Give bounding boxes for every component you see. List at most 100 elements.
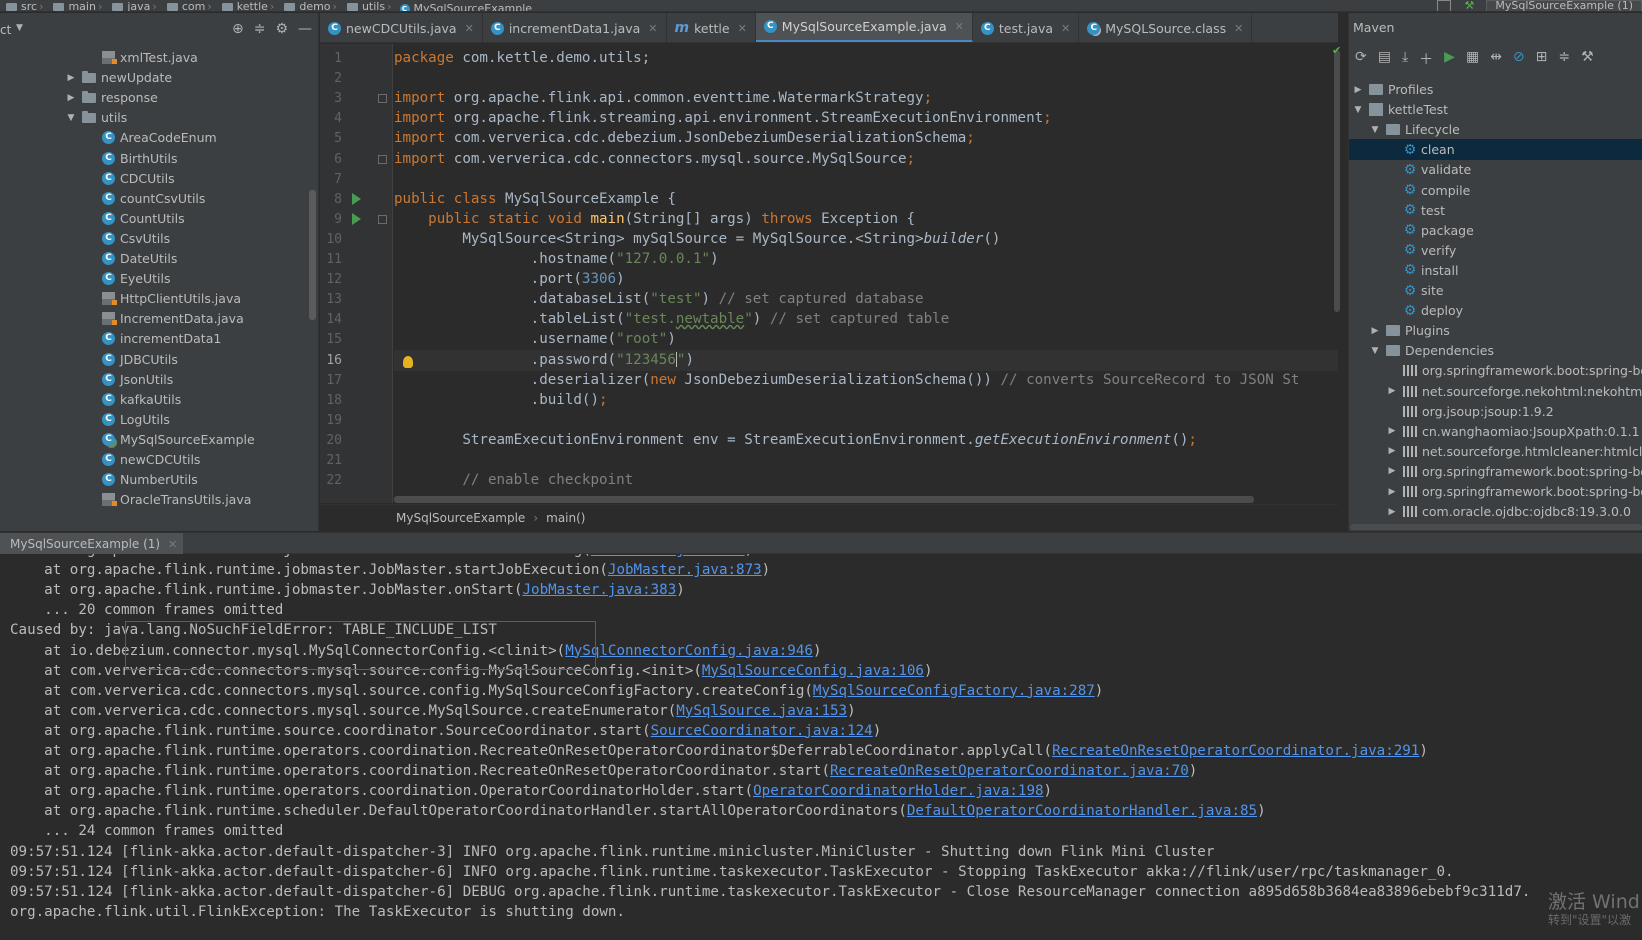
project-tree-item[interactable]: C MySqlSourceExample: [0, 429, 318, 450]
close-icon[interactable]: ✕: [648, 22, 657, 35]
project-tree-item[interactable]: IncrementData.java: [0, 308, 318, 329]
maven-tree-item[interactable]: ⚙ verify: [1349, 240, 1642, 261]
editor-tab[interactable]: Ctest.java ✕: [973, 13, 1080, 42]
run-tab[interactable]: MySqlSourceExample (1) ✕: [0, 533, 184, 555]
project-tree-item[interactable]: HttpClientUtils.java: [0, 288, 318, 309]
collapsed-arrow-icon[interactable]: ▶: [66, 73, 76, 83]
maven-tree-item[interactable]: ▶ com.oracle.ojdbc:ojdbc8:19.3.0.0: [1349, 501, 1642, 522]
fold-icon[interactable]: [378, 94, 387, 104]
run-configuration-selector[interactable]: MySqlSourceExample (1): [1486, 0, 1642, 11]
settings-gear-icon[interactable]: ⚙: [275, 21, 288, 37]
collapsed-arrow-icon[interactable]: ▶: [1387, 507, 1397, 517]
layout-icon[interactable]: [1436, 0, 1451, 11]
project-tree-item[interactable]: C LogUtils: [0, 409, 318, 430]
collapsed-arrow-icon[interactable]: ▶: [1387, 466, 1397, 476]
collapsed-arrow-icon[interactable]: ▶: [1353, 85, 1363, 95]
collapse-all-icon[interactable]: ≑: [1558, 49, 1570, 69]
editor-tab[interactable]: m kettle ✕: [667, 13, 756, 42]
project-tree-item[interactable]: ▼ utils: [0, 107, 318, 128]
crumb-method[interactable]: main(): [546, 511, 585, 525]
locate-file-icon[interactable]: ⊕: [232, 21, 244, 37]
run-console[interactable]: at org.apache.flink.runtime.jobmaster.Jo…: [0, 554, 1642, 940]
close-icon[interactable]: ✕: [1234, 22, 1243, 35]
source-link[interactable]: OperatorCoordinatorHolder.java:198: [753, 783, 1043, 799]
collapsed-arrow-icon[interactable]: ▶: [66, 93, 76, 103]
maven-tree-item[interactable]: ⚙ compile: [1349, 180, 1642, 201]
maven-tree-item[interactable]: ▶ org.springframework.boot:spring-boo: [1349, 481, 1642, 502]
close-icon[interactable]: ✕: [1061, 22, 1070, 35]
maven-tree-item[interactable]: ▼ Lifecycle: [1349, 119, 1642, 140]
project-tree-item[interactable]: C JsonUtils: [0, 369, 318, 390]
breadcrumb-item[interactable]: com ›: [161, 1, 212, 11]
maven-tree-item[interactable]: org.springframework.boot:spring-boo: [1349, 360, 1642, 381]
maven-tree-item[interactable]: ▶ net.sourceforge.htmlcleaner:htmlclean: [1349, 441, 1642, 462]
source-link[interactable]: SourceCoordinator.java:124: [651, 723, 873, 739]
project-tree-item[interactable]: CincrementData1: [0, 328, 318, 349]
collapsed-arrow-icon[interactable]: ▶: [1387, 446, 1397, 456]
editor-tab[interactable]: CnewCDCUtils.java ✕: [320, 13, 483, 42]
close-icon[interactable]: ✕: [955, 20, 964, 33]
collapsed-arrow-icon[interactable]: ▶: [1387, 426, 1397, 436]
editor-tab[interactable]: C MySQLSource.class ✕: [1079, 13, 1253, 42]
project-tree-item[interactable]: C CountUtils: [0, 208, 318, 229]
maven-tree-item[interactable]: ▼ Dependencies: [1349, 340, 1642, 361]
crumb-class[interactable]: MySqlSourceExample: [396, 511, 525, 525]
toggle-offline-icon[interactable]: ⇹: [1490, 49, 1502, 69]
breadcrumb-item[interactable]: C MySqlSourceExample: [396, 3, 532, 11]
source-link[interactable]: RecreateOnResetOperatorCoordinator.java:…: [830, 763, 1189, 779]
maven-tree-item[interactable]: ▶ cn.wanghaomiao:JsoupXpath:0.1.1: [1349, 421, 1642, 442]
intention-lightbulb-icon[interactable]: [403, 356, 413, 368]
maven-tree-item[interactable]: ▶ org.springframework.boot:spring-boo: [1349, 461, 1642, 482]
project-tree-item[interactable]: C CDCUtils: [0, 168, 318, 189]
collapse-all-icon[interactable]: ≑: [254, 21, 266, 37]
run-gutter-icon[interactable]: [352, 212, 361, 225]
hide-panel-icon[interactable]: —: [298, 21, 312, 37]
collapsed-arrow-icon[interactable]: ▶: [1370, 326, 1380, 336]
expanded-arrow-icon[interactable]: ▼: [1353, 105, 1363, 115]
project-tree-item[interactable]: C JDBCUtils: [0, 349, 318, 370]
breadcrumb-item[interactable]: kettle ›: [216, 1, 274, 11]
project-tree-item[interactable]: ▶ response: [0, 87, 318, 108]
source-link[interactable]: MySqlSource.java:153: [676, 703, 847, 719]
project-tree-item[interactable]: C EyeUtils: [0, 268, 318, 289]
run-icon[interactable]: ▶: [1444, 49, 1455, 69]
breadcrumb-item[interactable]: utils ›: [341, 1, 392, 11]
execute-goal-icon[interactable]: ▦: [1466, 49, 1479, 69]
collapsed-arrow-icon[interactable]: ▶: [1387, 386, 1397, 396]
project-view-dropdown-icon[interactable]: ▼: [16, 23, 23, 33]
project-tree-item[interactable]: CnewCDCUtils: [0, 449, 318, 470]
close-icon[interactable]: ✕: [465, 22, 474, 35]
maven-tree-item[interactable]: ⚙ site: [1349, 280, 1642, 301]
download-icon[interactable]: ⤓: [1402, 49, 1408, 69]
maven-tree-item[interactable]: org.jsoup:jsoup:1.9.2: [1349, 401, 1642, 422]
source-link[interactable]: MySqlSourceConfig.java:106: [702, 663, 924, 679]
maven-tree-item[interactable]: ▼ kettleTest: [1349, 99, 1642, 120]
expanded-arrow-icon[interactable]: ▼: [1370, 346, 1380, 356]
source-link[interactable]: MySqlSourceConfigFactory.java:287: [813, 683, 1095, 699]
maven-tree-item[interactable]: ▶ net.sourceforge.nekohtml:nekohtml:1.: [1349, 381, 1642, 402]
maven-tree-item[interactable]: ⚙ install: [1349, 260, 1642, 281]
editor-vertical-scrollbar[interactable]: [1334, 50, 1340, 312]
generate-sources-icon[interactable]: ▤: [1378, 49, 1391, 69]
close-icon[interactable]: ✕: [168, 538, 177, 551]
maven-tree-item[interactable]: ⚙ validate: [1349, 159, 1642, 180]
collapsed-arrow-icon[interactable]: ▶: [1387, 487, 1397, 497]
maven-tree-item[interactable]: ⚙ test: [1349, 200, 1642, 221]
editor-tab[interactable]: C MySqlSourceExample.java ✕: [755, 13, 973, 42]
maven-horizontal-scrollbar[interactable]: [1350, 524, 1642, 530]
fold-icon[interactable]: [378, 214, 387, 224]
editor-horizontal-scrollbar[interactable]: [394, 496, 1254, 503]
expanded-arrow-icon[interactable]: ▼: [66, 113, 76, 123]
project-tree-item[interactable]: C CsvUtils: [0, 228, 318, 249]
show-dependencies-icon[interactable]: ⊞: [1536, 49, 1548, 69]
source-link[interactable]: RecreateOnResetOperatorCoordinator.java:…: [1052, 743, 1419, 759]
project-tree-item[interactable]: C DateUtils: [0, 248, 318, 269]
breadcrumb-item[interactable]: demo ›: [278, 1, 337, 11]
fold-icon[interactable]: [378, 154, 387, 164]
project-tree-item[interactable]: C BirthUtils: [0, 148, 318, 169]
editor-tab[interactable]: CincrementData1.java ✕: [483, 13, 667, 42]
maven-tree-item[interactable]: ⚙ clean: [1349, 139, 1642, 161]
source-link[interactable]: JobMaster.java:873: [608, 562, 762, 578]
add-project-icon[interactable]: ＋: [1419, 49, 1433, 69]
source-link[interactable]: DefaultOperatorCoordinatorHandler.java:8…: [907, 803, 1257, 819]
